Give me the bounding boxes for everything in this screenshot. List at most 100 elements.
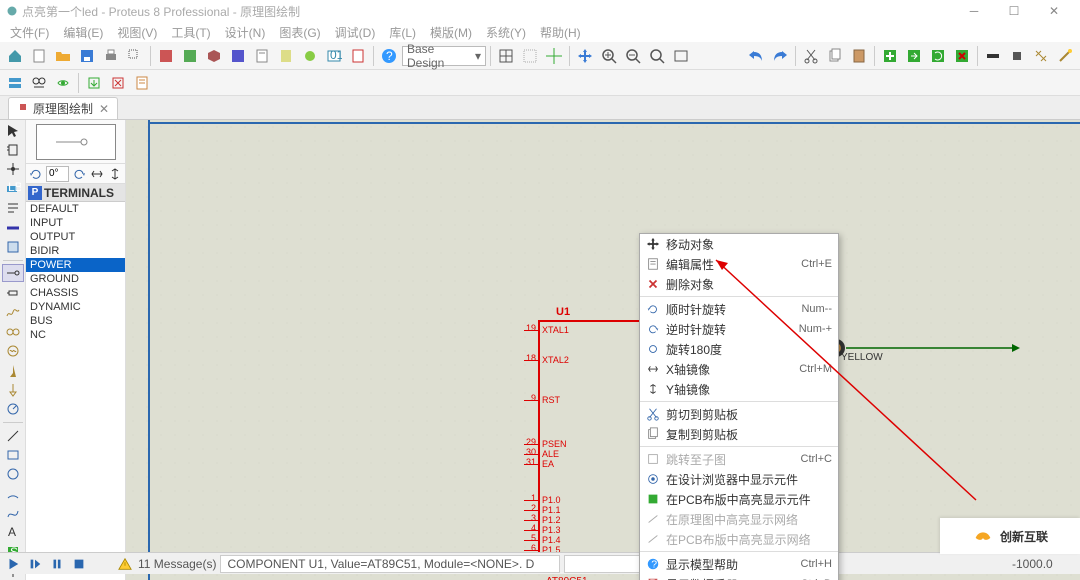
block-move-icon[interactable]: [903, 45, 925, 67]
home-icon[interactable]: [4, 45, 26, 67]
pointer-icon[interactable]: [2, 122, 24, 139]
arc-icon[interactable]: [2, 485, 24, 502]
menu-view[interactable]: 视图(V): [111, 24, 163, 41]
menu-file[interactable]: 文件(F): [4, 24, 55, 41]
menu-help[interactable]: 帮助(H): [534, 24, 587, 41]
decompose-icon[interactable]: [1030, 45, 1052, 67]
context-menu-item[interactable]: 剪切到剪贴板: [640, 404, 838, 424]
pcb-icon[interactable]: [179, 45, 201, 67]
menu-graph[interactable]: 图表(G): [273, 24, 326, 41]
warning-icon[interactable]: [116, 555, 134, 573]
graph-mode-icon[interactable]: [2, 304, 24, 321]
circle-icon[interactable]: [2, 466, 24, 483]
probe-v-icon[interactable]: [2, 362, 24, 379]
code-icon[interactable]: 01: [323, 45, 345, 67]
menu-template[interactable]: 模版(M): [424, 24, 478, 41]
close-button[interactable]: ✕: [1034, 0, 1074, 22]
rect-icon[interactable]: [2, 446, 24, 463]
terminal-item[interactable]: DEFAULT: [26, 202, 125, 216]
snap-icon[interactable]: [519, 45, 541, 67]
terminals-list[interactable]: DEFAULTINPUTOUTPUTBIDIRPOWERGROUNDCHASSI…: [26, 202, 125, 580]
minimize-button[interactable]: ─: [954, 0, 994, 22]
menu-tools[interactable]: 工具(T): [165, 24, 216, 41]
menu-debug[interactable]: 调试(D): [329, 24, 382, 41]
preview-thumbnail[interactable]: [36, 124, 116, 160]
redo-icon[interactable]: [769, 45, 791, 67]
angle-field[interactable]: 0°: [46, 166, 69, 182]
rotate-ccw-icon[interactable]: [28, 166, 44, 182]
pin-mode-icon[interactable]: [2, 284, 24, 301]
terminal-item[interactable]: GROUND: [26, 272, 125, 286]
terminal-item[interactable]: INPUT: [26, 216, 125, 230]
label-icon[interactable]: LBL: [2, 180, 24, 197]
context-menu-item[interactable]: 移动对象: [640, 234, 838, 254]
wand-icon[interactable]: [1054, 45, 1076, 67]
generator-icon[interactable]: [2, 343, 24, 360]
zoom-out-icon[interactable]: [622, 45, 644, 67]
context-menu-item[interactable]: X轴镜像Ctrl+M: [640, 359, 838, 379]
context-menu-item[interactable]: 旋转180度: [640, 339, 838, 359]
compile-icon[interactable]: [131, 72, 153, 94]
script-icon[interactable]: [347, 45, 369, 67]
schematic-canvas[interactable]: U1 AT89C51 19XTAL118XTAL29RST29PSEN30ALE…: [126, 120, 1080, 580]
wizard-icon[interactable]: [299, 45, 321, 67]
tape-icon[interactable]: [2, 323, 24, 340]
block-rotate-icon[interactable]: [927, 45, 949, 67]
tab-close-icon[interactable]: ✕: [99, 102, 109, 116]
highlight-icon[interactable]: [52, 72, 74, 94]
copy-icon[interactable]: [824, 45, 846, 67]
p-icon[interactable]: P: [28, 186, 42, 200]
line-icon[interactable]: [2, 427, 24, 444]
instrument-icon[interactable]: [2, 401, 24, 418]
3d-icon[interactable]: [203, 45, 225, 67]
import-icon[interactable]: [83, 72, 105, 94]
grid-icon[interactable]: [495, 45, 517, 67]
zoom-sheet-icon[interactable]: [670, 45, 692, 67]
report-icon[interactable]: [275, 45, 297, 67]
pan-icon[interactable]: [574, 45, 596, 67]
find-icon[interactable]: [28, 72, 50, 94]
design-select[interactable]: Base Design▾: [402, 46, 486, 66]
new-icon[interactable]: [28, 45, 50, 67]
menu-edit[interactable]: 编辑(E): [57, 24, 109, 41]
context-menu-item[interactable]: 逆时针旋转Num-+: [640, 319, 838, 339]
bom-icon[interactable]: [251, 45, 273, 67]
zoom-in-icon[interactable]: [598, 45, 620, 67]
context-menu-item[interactable]: 在PCB布版中高亮显示元件: [640, 489, 838, 509]
pause-icon[interactable]: [48, 555, 66, 573]
open-icon[interactable]: [52, 45, 74, 67]
context-menu-item[interactable]: ?显示模型帮助Ctrl+H: [640, 554, 838, 574]
print-icon[interactable]: [100, 45, 122, 67]
rotate-cw-icon[interactable]: [71, 166, 87, 182]
text-script-icon[interactable]: [2, 200, 24, 217]
terminal-item[interactable]: DYNAMIC: [26, 300, 125, 314]
undo-icon[interactable]: [745, 45, 767, 67]
terminal-item[interactable]: BUS: [26, 314, 125, 328]
zoom-area-icon[interactable]: [124, 45, 146, 67]
terminal-item[interactable]: CHASSIS: [26, 286, 125, 300]
terminal-mode-icon[interactable]: [2, 264, 24, 282]
path-icon[interactable]: [2, 504, 24, 521]
context-menu-item[interactable]: 顺时针旋转Num--: [640, 299, 838, 319]
zoom-fit-icon[interactable]: [646, 45, 668, 67]
context-menu-item[interactable]: Y轴镜像: [640, 379, 838, 399]
flip-v-icon[interactable]: [107, 166, 123, 182]
flip-h-icon[interactable]: [89, 166, 105, 182]
probe-i-icon[interactable]: [2, 381, 24, 398]
pick-icon[interactable]: [982, 45, 1004, 67]
context-menu-item[interactable]: 删除对象: [640, 274, 838, 294]
text-icon[interactable]: A: [2, 524, 24, 541]
save-icon[interactable]: [76, 45, 98, 67]
schematic-icon[interactable]: [155, 45, 177, 67]
help-icon[interactable]: ?: [378, 45, 400, 67]
block-copy-icon[interactable]: [879, 45, 901, 67]
component-mode-icon[interactable]: [2, 141, 24, 158]
maximize-button[interactable]: ☐: [994, 0, 1034, 22]
menu-design[interactable]: 设计(N): [219, 24, 272, 41]
context-menu-item[interactable]: 编辑属性Ctrl+E: [640, 254, 838, 274]
menu-system[interactable]: 系统(Y): [480, 24, 532, 41]
block-delete-icon[interactable]: [951, 45, 973, 67]
package-icon[interactable]: [1006, 45, 1028, 67]
play-icon[interactable]: [4, 555, 22, 573]
terminal-item[interactable]: BIDIR: [26, 244, 125, 258]
